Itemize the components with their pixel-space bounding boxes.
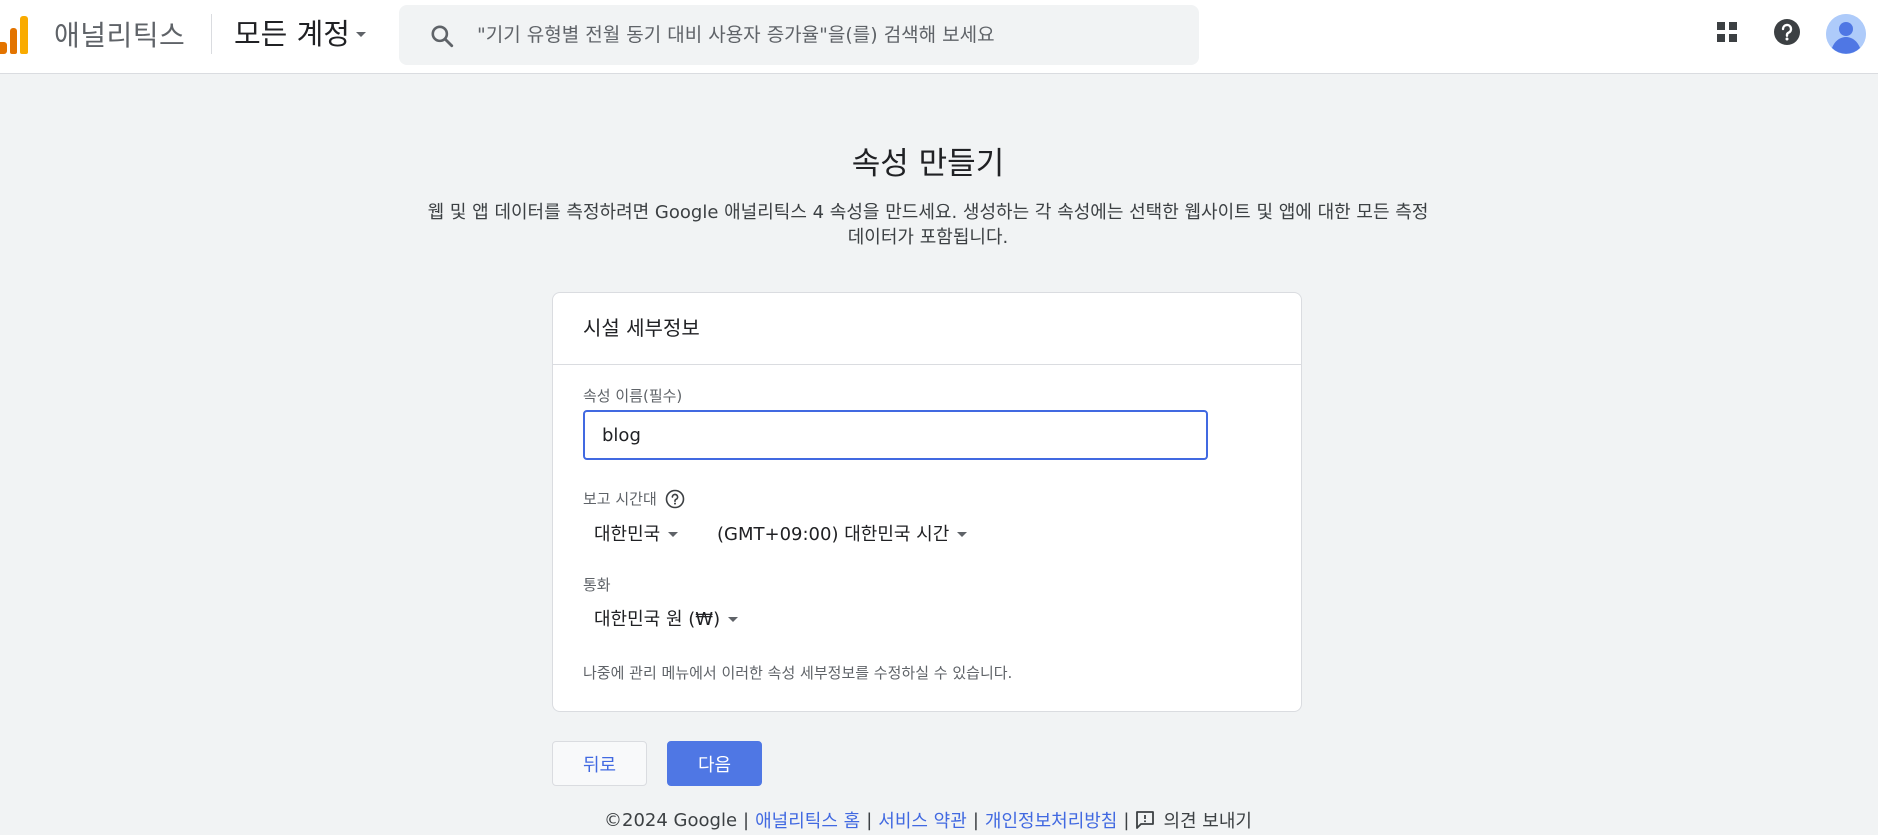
timezone-select-value: (GMT+09:00) 대한민국 시간 xyxy=(717,524,950,545)
analytics-logo-icon[interactable] xyxy=(0,16,30,54)
currency-label: 통화 xyxy=(583,576,611,594)
person-icon xyxy=(1826,14,1866,54)
country-select-value: 대한민국 xyxy=(594,524,661,545)
currency-select-value: 대한민국 원 (₩) xyxy=(594,609,721,630)
apps-grid-icon[interactable] xyxy=(1709,14,1745,50)
account-avatar[interactable] xyxy=(1826,14,1866,54)
timezone-select[interactable]: (GMT+09:00) 대한민국 시간 xyxy=(717,520,968,546)
footer-separator: | xyxy=(743,809,750,831)
copyright-text: ©2024 Google xyxy=(604,809,738,831)
timezone-label: 보고 시간대 xyxy=(583,490,657,508)
next-button[interactable]: 다음 xyxy=(667,741,762,786)
property-name-label: 속성 이름(필수) xyxy=(583,387,683,405)
send-feedback-button[interactable]: 의견 보내기 xyxy=(1135,807,1252,833)
search-input[interactable] xyxy=(477,5,1177,65)
footer-separator: | xyxy=(866,809,873,831)
top-app-bar: 애널리틱스 모든 계정 xyxy=(0,0,1878,74)
chevron-down-icon xyxy=(957,531,968,537)
chevron-down-icon xyxy=(728,616,739,622)
property-details-card: 시설 세부정보 속성 이름(필수) 보고 시간대 대한민국 (GMT+09:00… xyxy=(552,292,1302,712)
send-feedback-label: 의견 보내기 xyxy=(1163,811,1252,832)
timezone-label-row: 보고 시간대 xyxy=(583,488,685,509)
card-title: 시설 세부정보 xyxy=(553,293,1301,365)
country-select[interactable]: 대한민국 xyxy=(594,520,679,546)
footer-separator: | xyxy=(972,809,979,831)
chevron-down-icon xyxy=(355,31,366,37)
search-bar[interactable] xyxy=(399,5,1199,65)
account-switcher[interactable]: 모든 계정 xyxy=(234,12,366,52)
help-icon[interactable] xyxy=(1769,14,1805,50)
help-circle-icon[interactable] xyxy=(665,489,685,509)
property-name-input[interactable] xyxy=(583,410,1208,460)
footer-separator: | xyxy=(1123,809,1130,831)
back-button[interactable]: 뒤로 xyxy=(552,741,647,786)
footer: ©2024 Google | 애널리틱스 홈 | 서비스 약관 | 개인정보처리… xyxy=(0,807,1856,833)
account-switcher-label: 모든 계정 xyxy=(234,17,350,51)
feedback-icon xyxy=(1136,811,1155,829)
terms-of-service-link[interactable]: 서비스 약관 xyxy=(878,807,967,833)
privacy-policy-link[interactable]: 개인정보처리방침 xyxy=(985,807,1117,833)
page-title: 속성 만들기 xyxy=(851,146,1005,182)
header-divider xyxy=(211,14,212,54)
search-icon xyxy=(431,25,454,48)
currency-select[interactable]: 대한민국 원 (₩) xyxy=(594,605,739,631)
page-description: 웹 및 앱 데이터를 측정하려면 Google 애널리틱스 4 속성을 만드세요… xyxy=(427,202,1429,248)
app-name[interactable]: 애널리틱스 xyxy=(54,14,185,54)
analytics-home-link[interactable]: 애널리틱스 홈 xyxy=(755,807,860,833)
edit-later-note: 나중에 관리 메뉴에서 이러한 속성 세부정보를 수정하실 수 있습니다. xyxy=(583,664,1013,682)
chevron-down-icon xyxy=(668,531,679,537)
